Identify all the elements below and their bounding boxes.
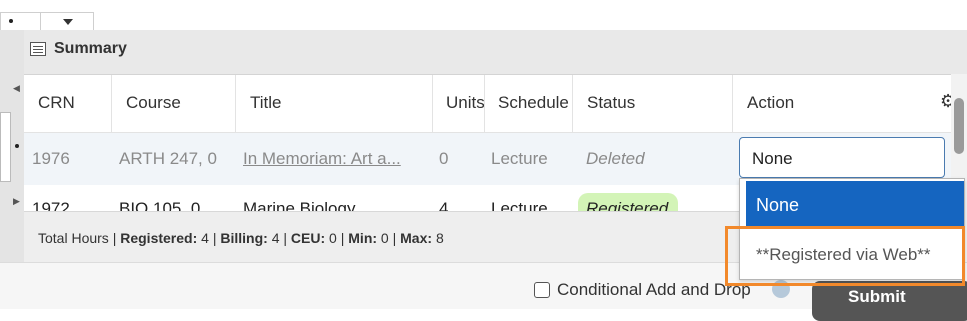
ceu-value: 0 (329, 230, 337, 246)
status-cell: Deleted (586, 149, 645, 168)
column-label: Units (446, 93, 484, 112)
units-cell: 0 (439, 149, 449, 168)
action-select[interactable]: None (739, 137, 945, 178)
registered-label: Registered: (120, 230, 198, 246)
action-select-value: None (752, 149, 793, 168)
min-label: Min: (348, 230, 378, 246)
arrow-right-icon[interactable]: ▶ (13, 196, 20, 207)
column-label: Title (250, 93, 282, 112)
column-label: Status (587, 93, 636, 112)
total-hours-label: Total Hours (38, 230, 109, 246)
ceu-label: CEU: (290, 230, 326, 246)
arrow-left-icon[interactable]: ◀ (13, 83, 20, 94)
chevron-down-icon[interactable] (63, 19, 73, 25)
submit-button[interactable]: Submit (812, 281, 967, 321)
dropdown-option-none[interactable]: None (746, 181, 964, 229)
left-panel-edge (0, 112, 11, 182)
units-cell: 4 (439, 199, 449, 211)
schedule-cell: Lecture (491, 149, 548, 168)
registered-value: 4 (201, 230, 209, 246)
column-header-course[interactable]: Course (112, 75, 236, 132)
title-cell[interactable]: Marine Biology (243, 199, 355, 211)
dot-icon (15, 144, 19, 148)
column-header-schedule[interactable]: Schedule (485, 75, 573, 132)
crn-cell: 1976 (32, 149, 70, 168)
max-label: Max: (400, 230, 433, 246)
column-header-units[interactable]: Units (433, 75, 485, 132)
max-value: 8 (435, 230, 444, 246)
left-gutter: ◀ ▶ (0, 30, 25, 262)
column-label: Course (126, 93, 181, 112)
billing-value: 4 (271, 230, 280, 246)
status-badge: Registered (578, 193, 678, 211)
crn-cell: 1972 (32, 199, 70, 211)
top-cell-1 (0, 12, 42, 30)
dot-icon (9, 19, 13, 23)
course-cell: ARTH 247, 0 (119, 149, 217, 168)
submit-label: Submit (848, 287, 906, 306)
conditional-add-drop-checkbox[interactable] (534, 282, 550, 298)
column-header-title[interactable]: Title (236, 75, 433, 132)
title-link[interactable]: In Memoriam: Art a... (243, 149, 401, 169)
column-header-status[interactable]: Status (573, 75, 733, 132)
panel-title: Summary (54, 40, 127, 57)
schedule-cell: Lecture (491, 199, 548, 211)
dropdown-option-label: None (756, 195, 800, 215)
status-badge-label: Registered (586, 199, 669, 211)
column-header-action[interactable]: Action (733, 75, 933, 132)
column-header-crn[interactable]: CRN (24, 75, 112, 132)
highlight-box (725, 226, 965, 286)
billing-label: Billing: (220, 230, 268, 246)
column-label: Schedule (498, 93, 569, 112)
totals-text: Total Hours | Registered: 4 | Billing: 4… (38, 230, 444, 246)
column-label: CRN (38, 93, 75, 112)
panel-header: Summary (24, 30, 967, 75)
summary-icon (30, 42, 46, 56)
top-strip (0, 0, 967, 30)
column-label: Action (747, 93, 795, 112)
course-cell: BIO 105, 0 (119, 199, 201, 211)
min-value: 0 (380, 230, 389, 246)
scrollbar-thumb[interactable] (954, 98, 964, 154)
conditional-add-drop-label[interactable]: Conditional Add and Drop (557, 280, 751, 300)
